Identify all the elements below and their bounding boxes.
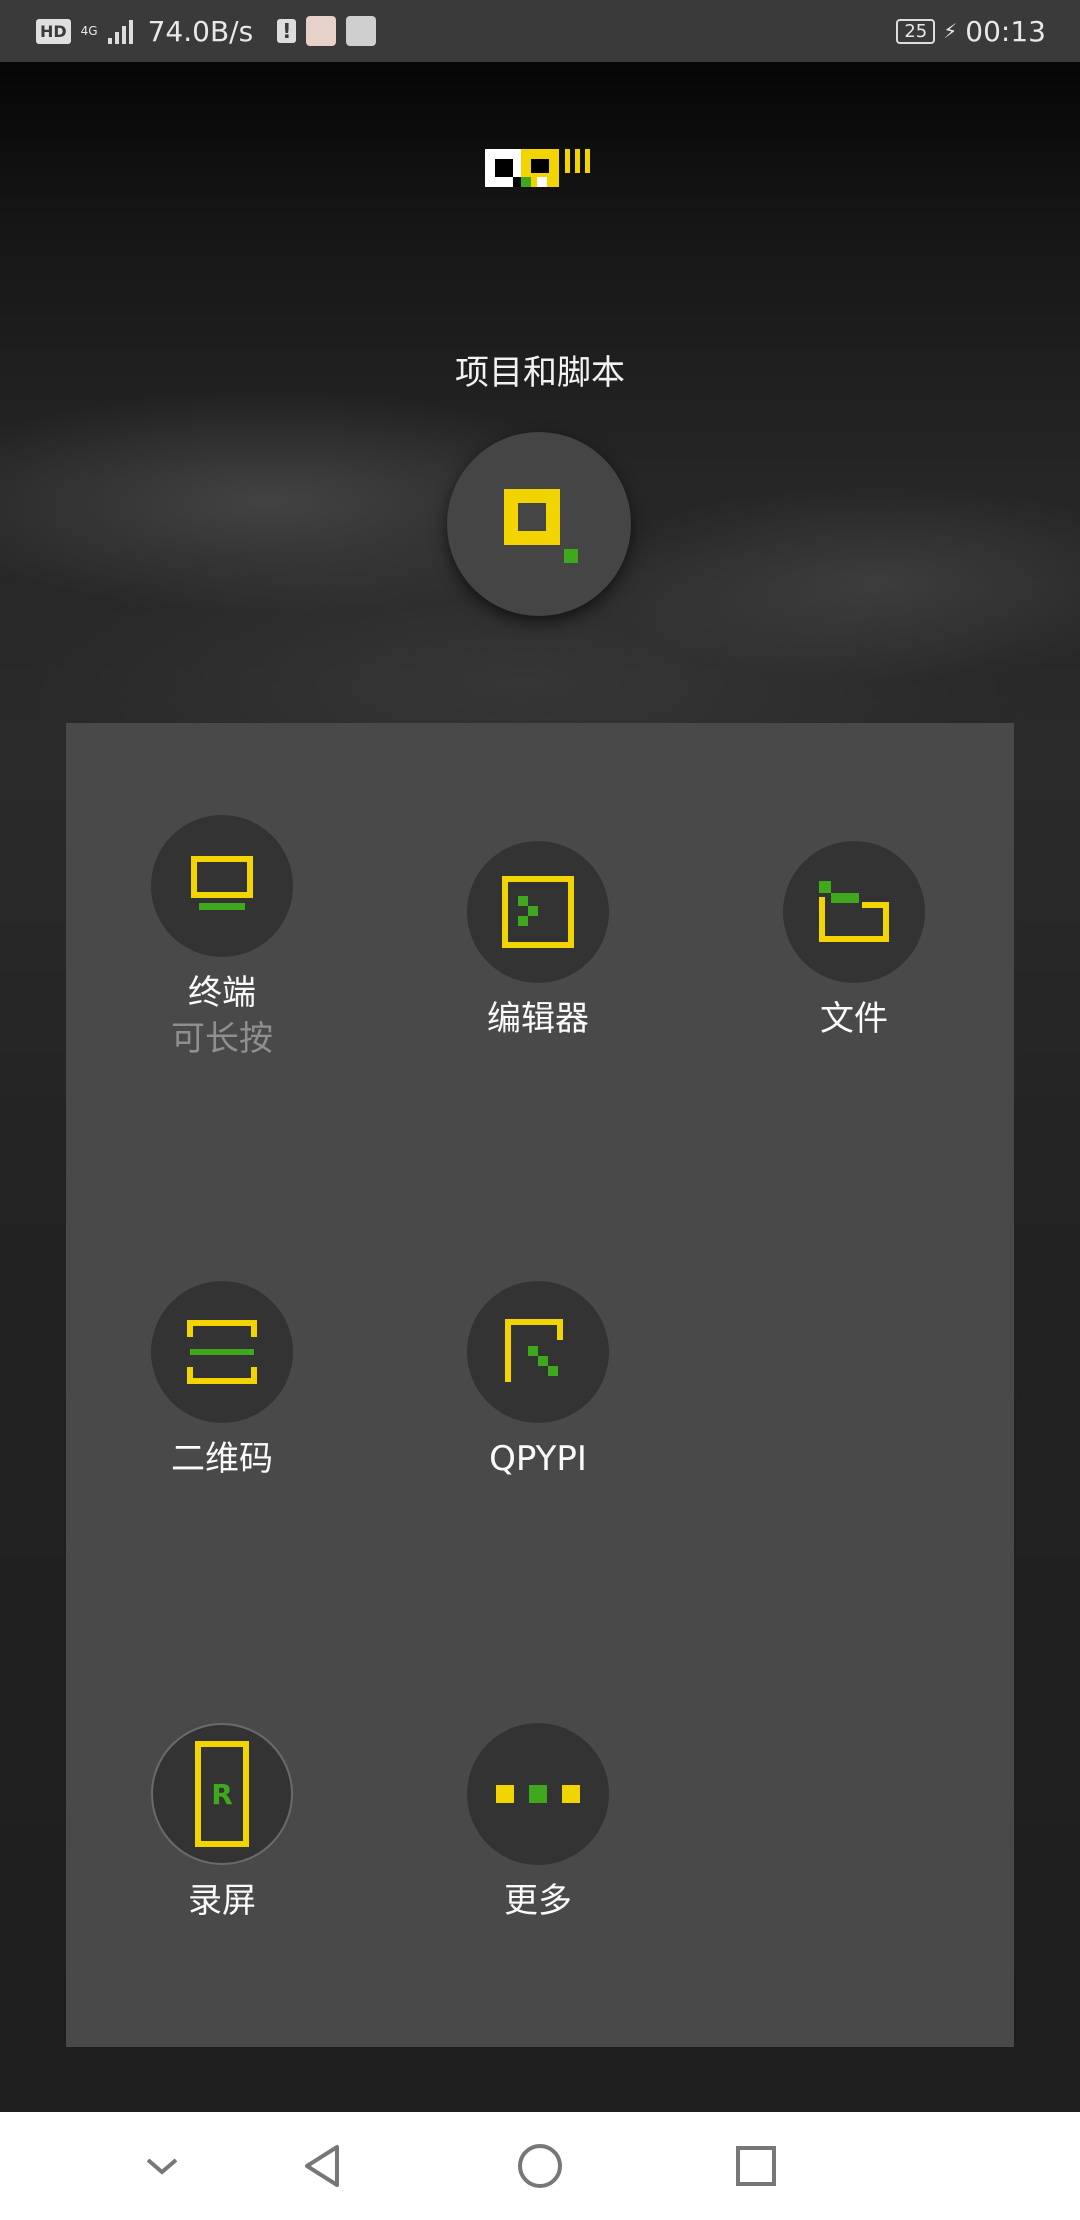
network-speed: 74.0B/s xyxy=(147,14,254,48)
qrcode-label: 二维码 xyxy=(171,1439,273,1479)
package-icon xyxy=(505,1319,563,1382)
terminal-hint: 可长按 xyxy=(171,1019,273,1059)
qpython-logo xyxy=(485,149,590,187)
nav-hide-button[interactable] xyxy=(132,2136,192,2196)
recents-square-icon xyxy=(736,2146,776,2186)
signal-type-label: 4G xyxy=(80,24,98,38)
section-title: 项目和脚本 xyxy=(455,353,625,393)
monitor-icon xyxy=(191,856,253,910)
qrcode-item[interactable]: 二维码 xyxy=(72,1281,372,1481)
folder-icon xyxy=(819,881,889,942)
signal-strength-icon xyxy=(107,20,133,44)
files-label: 文件 xyxy=(820,999,888,1039)
nav-recents-button[interactable] xyxy=(726,2136,786,2196)
chevron-down-icon xyxy=(146,2158,178,2175)
launcher-panel: 终端 可长按 编辑器 文件 二维码 QPYPI R 录屏 更多 xyxy=(66,723,1014,2047)
home-circle-icon xyxy=(518,2144,562,2188)
editor-circle[interactable] xyxy=(467,841,609,983)
terminal-circle[interactable] xyxy=(151,815,293,957)
terminal-label: 终端 xyxy=(188,973,256,1013)
terminal-item[interactable]: 终端 可长按 xyxy=(72,815,372,1063)
nav-home-button[interactable] xyxy=(510,2136,570,2196)
more-label: 更多 xyxy=(504,1881,572,1921)
project-button[interactable] xyxy=(447,432,631,616)
app-notification-icon xyxy=(306,16,337,46)
qrcode-circle[interactable] xyxy=(151,1281,293,1423)
record-icon: R xyxy=(195,1741,249,1847)
clock: 00:13 xyxy=(965,14,1046,48)
alert-icon: ! xyxy=(277,19,297,43)
status-left: HD 4G 74.0B/s ! xyxy=(36,0,377,62)
back-triangle-icon xyxy=(305,2145,339,2187)
more-circle[interactable] xyxy=(467,1723,609,1865)
record-item[interactable]: R 录屏 xyxy=(72,1723,372,1923)
files-item[interactable]: 文件 xyxy=(704,841,1004,1041)
editor-label: 编辑器 xyxy=(487,999,589,1039)
status-bar: HD 4G 74.0B/s ! 25 ⚡ 00:13 xyxy=(0,0,1080,62)
qpypi-circle[interactable] xyxy=(467,1281,609,1423)
record-icon-letter: R xyxy=(211,1778,233,1811)
battery-icon: 25 xyxy=(896,18,936,44)
project-icon xyxy=(504,489,578,563)
qpypi-label: QPYPI xyxy=(489,1439,587,1479)
editor-item[interactable]: 编辑器 xyxy=(388,841,688,1041)
files-circle[interactable] xyxy=(783,841,925,983)
more-item[interactable]: 更多 xyxy=(388,1723,688,1923)
qpypi-item[interactable]: QPYPI xyxy=(388,1281,688,1481)
record-label: 录屏 xyxy=(188,1881,256,1921)
more-icon xyxy=(496,1785,580,1803)
status-right: 25 ⚡ 00:13 xyxy=(896,0,1046,62)
nav-back-button[interactable] xyxy=(294,2136,354,2196)
hd-badge: HD xyxy=(36,18,71,44)
editor-icon xyxy=(502,876,574,948)
scan-icon xyxy=(187,1320,257,1384)
location-app-icon xyxy=(346,16,377,46)
navigation-bar xyxy=(0,2112,1080,2220)
charging-icon: ⚡ xyxy=(943,19,958,43)
record-circle[interactable]: R xyxy=(151,1723,293,1865)
